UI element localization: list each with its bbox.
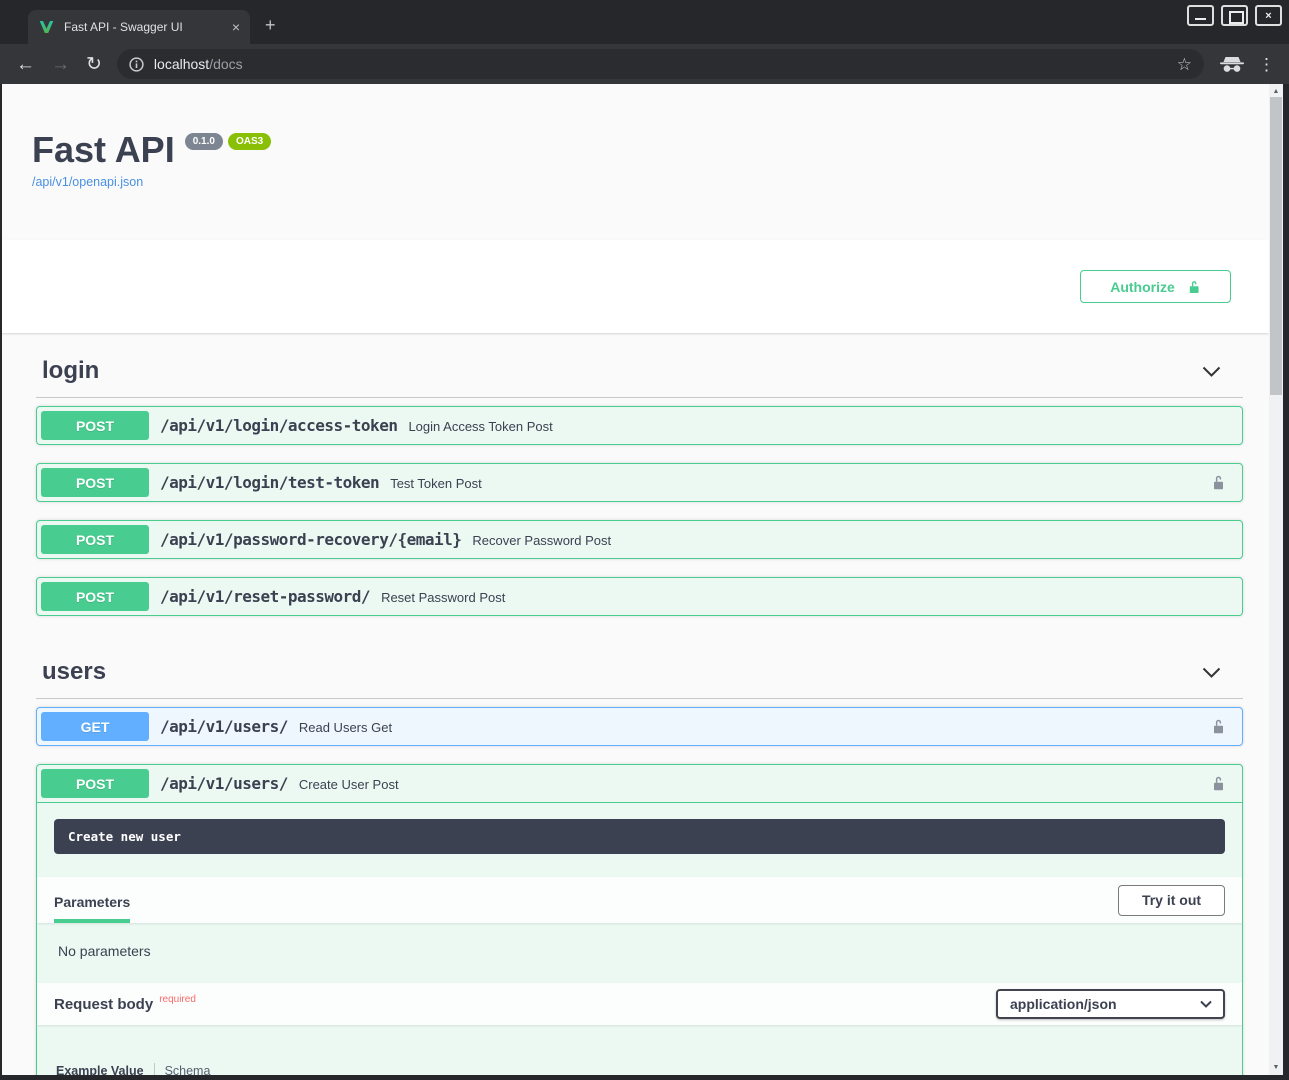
method-badge: POST — [41, 468, 149, 497]
operation-row-reset-password[interactable]: POST /api/v1/reset-password/ Reset Passw… — [36, 577, 1243, 616]
operation-summary-row[interactable]: POST /api/v1/users/ Create User Post — [37, 765, 1242, 803]
browser-menu-icon[interactable]: ⋮ — [1258, 56, 1275, 73]
window-controls: × — [1187, 5, 1282, 26]
select-chevron-icon — [1200, 1000, 1212, 1008]
url-host: localhost — [154, 56, 209, 72]
operation-row-password-recovery[interactable]: POST /api/v1/password-recovery/{email} R… — [36, 520, 1243, 559]
operation-summary: Recover Password Post — [472, 532, 611, 548]
media-type-select[interactable]: application/json — [996, 989, 1225, 1019]
scheme-container: Authorize — [2, 240, 1269, 333]
swagger-page: Fast API 0.1.0 OAS3 /api/v1/openapi.json… — [2, 84, 1283, 1075]
operation-path: /api/v1/login/test-token — [160, 473, 379, 492]
scroll-down-icon[interactable]: ▼ — [1273, 1060, 1280, 1075]
tab-close-icon[interactable]: × — [232, 19, 240, 35]
operation-row-login-access-token[interactable]: POST /api/v1/login/access-token Login Ac… — [36, 406, 1243, 445]
required-label: required — [159, 994, 196, 1005]
operation-summary: Reset Password Post — [381, 589, 505, 605]
section-title: users — [42, 658, 106, 686]
operation-summary: Create User Post — [299, 776, 399, 792]
method-badge: POST — [41, 525, 149, 554]
operation-block-create-user: POST /api/v1/users/ Create User Post Cre… — [36, 764, 1243, 1075]
tab-parameters[interactable]: Parameters — [54, 894, 130, 923]
operation-description: Create new user — [54, 819, 1225, 854]
operation-path: /api/v1/reset-password/ — [160, 587, 370, 606]
oas3-badge: OAS3 — [228, 133, 271, 150]
method-badge: POST — [41, 411, 149, 440]
page-info-icon[interactable] — [129, 57, 144, 72]
minimize-button[interactable] — [1187, 5, 1214, 26]
new-tab-button[interactable]: + — [265, 15, 276, 36]
close-button[interactable]: × — [1255, 5, 1282, 26]
forward-icon[interactable]: → — [51, 55, 70, 74]
tab-title: Fast API - Swagger UI — [64, 20, 226, 34]
tab-divider — [154, 1063, 155, 1075]
browser-tab[interactable]: Fast API - Swagger UI × — [28, 10, 250, 44]
section-header-login[interactable]: login — [36, 333, 1243, 398]
browser-titlebar: Fast API - Swagger UI × + × — [0, 0, 1289, 44]
back-icon[interactable]: ← — [16, 55, 35, 74]
operation-summary: Login Access Token Post — [408, 418, 552, 434]
operation-path: /api/v1/users/ — [160, 717, 288, 736]
url-path: /docs — [209, 56, 242, 72]
bookmark-star-icon[interactable]: ☆ — [1177, 56, 1192, 73]
url-bar[interactable]: localhost/docs ☆ — [117, 49, 1204, 79]
operation-summary: Read Users Get — [299, 719, 392, 735]
operation-row-read-users[interactable]: GET /api/v1/users/ Read Users Get — [36, 707, 1243, 746]
chevron-down-icon — [1202, 366, 1221, 377]
section-header-users[interactable]: users — [36, 634, 1243, 699]
no-parameters-text: No parameters — [37, 923, 1242, 983]
fastapi-favicon-icon — [38, 19, 55, 35]
method-badge: GET — [41, 712, 149, 741]
try-it-out-button[interactable]: Try it out — [1118, 885, 1225, 916]
parameters-header: Parameters Try it out — [37, 877, 1242, 923]
method-badge: POST — [41, 582, 149, 611]
authorize-button[interactable]: Authorize — [1080, 270, 1231, 303]
page-title: Fast API — [32, 130, 175, 170]
incognito-icon — [1219, 56, 1245, 73]
media-type-value: application/json — [1010, 996, 1117, 1012]
operation-path: /api/v1/users/ — [160, 774, 288, 793]
request-body-header: Request body required application/json — [37, 983, 1242, 1025]
version-badge: 0.1.0 — [185, 133, 223, 150]
method-badge: POST — [41, 769, 149, 798]
operation-path: /api/v1/password-recovery/{email} — [160, 530, 461, 549]
request-body-label: Request body — [54, 996, 153, 1013]
maximize-button[interactable] — [1221, 5, 1248, 26]
authorize-label: Authorize — [1110, 279, 1175, 295]
example-schema-tabs: Example Value Schema — [37, 1025, 1242, 1075]
reload-icon[interactable]: ↻ — [86, 55, 102, 74]
operation-path: /api/v1/login/access-token — [160, 416, 397, 435]
tab-example-value[interactable]: Example Value — [56, 1064, 144, 1076]
section-title: login — [42, 357, 99, 385]
operation-summary: Test Token Post — [390, 475, 482, 491]
tab-schema[interactable]: Schema — [165, 1064, 211, 1076]
lock-icon[interactable] — [1211, 774, 1226, 793]
scrollbar-thumb[interactable] — [1270, 97, 1282, 395]
openapi-spec-link[interactable]: /api/v1/openapi.json — [32, 175, 143, 189]
lock-icon[interactable] — [1211, 473, 1226, 492]
browser-toolbar: ← → ↻ localhost/docs ☆ ⋮ — [0, 44, 1289, 84]
api-info: Fast API 0.1.0 OAS3 /api/v1/openapi.json — [2, 84, 1269, 191]
chevron-down-icon — [1202, 667, 1221, 678]
operation-row-login-test-token[interactable]: POST /api/v1/login/test-token Test Token… — [36, 463, 1243, 502]
lock-icon[interactable] — [1211, 717, 1226, 736]
page-scrollbar[interactable]: ▲ ▼ — [1269, 84, 1283, 1075]
unlock-icon — [1187, 278, 1201, 296]
